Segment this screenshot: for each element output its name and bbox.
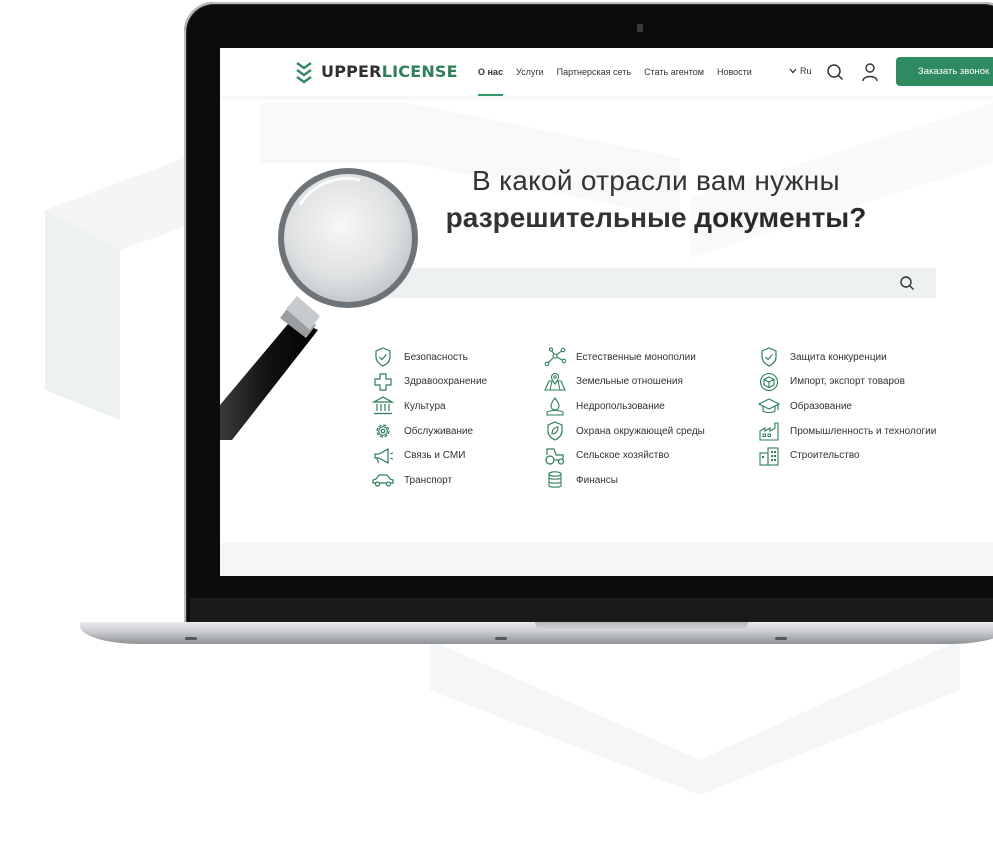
category-land-relations[interactable]: Земельные отношения — [544, 370, 705, 395]
drill-icon — [546, 397, 564, 417]
gear-icon — [376, 424, 390, 438]
logo-text-main: UPPER — [321, 62, 382, 81]
medical-cross-icon — [374, 373, 392, 391]
category-transport[interactable]: Транспорт — [372, 468, 487, 493]
laptop-camera — [637, 24, 643, 32]
category-environment[interactable]: Охрана окружающей среды — [544, 419, 705, 444]
category-label: Охрана окружающей среды — [576, 425, 705, 437]
hero-title-line2: разрешительные документы? — [360, 199, 952, 237]
shield-check-icon — [761, 347, 777, 367]
hero-title-line1: В какой отрасли вам нужны — [472, 165, 840, 196]
laptop-base-notch — [535, 622, 748, 631]
category-label: Естественные монополии — [576, 351, 696, 363]
network-icon — [544, 347, 566, 367]
nav-item-news[interactable]: Новости — [717, 48, 752, 96]
logo-text: UPPERLICENSE — [321, 60, 458, 84]
category-import-export[interactable]: Импорт, экспорт товаров — [758, 370, 936, 395]
site-header: UPPERLICENSE О нас Услуги Партнерская се… — [220, 48, 993, 96]
megaphone-icon — [374, 447, 394, 464]
categories-column-3: Защита конкуренции Импорт, экспорт товар… — [758, 345, 936, 468]
map-pin-icon — [544, 372, 566, 391]
user-icon[interactable] — [861, 62, 879, 82]
leaf-shield-icon — [547, 421, 563, 441]
category-label: Связь и СМИ — [404, 450, 466, 462]
factory-icon — [759, 422, 779, 441]
request-call-button[interactable]: Заказать звонок — [896, 57, 993, 86]
logo[interactable]: UPPERLICENSE — [294, 60, 458, 84]
categories-grid: Безопасность Здравоохранение Культура Об… — [372, 345, 992, 495]
category-agriculture[interactable]: Сельское хозяйство — [544, 443, 705, 468]
search-submit-icon[interactable] — [899, 275, 915, 291]
car-icon — [372, 474, 394, 487]
page-footer-strip — [220, 543, 993, 576]
main-nav: О нас Услуги Партнерская сеть Стать аген… — [478, 48, 765, 96]
search-input[interactable] — [368, 268, 888, 298]
category-label: Защита конкуренции — [790, 351, 887, 363]
category-label: Обслуживание — [404, 425, 474, 437]
laptop-foot — [495, 637, 507, 640]
category-construction[interactable]: Строительство — [758, 443, 936, 468]
museum-icon — [372, 396, 394, 415]
nav-item-partners[interactable]: Партнерская сеть — [557, 48, 631, 96]
hero-title: В какой отрасли вам нужны разрешительные… — [360, 163, 952, 237]
category-finance[interactable]: Финансы — [544, 468, 705, 493]
category-subsoil-use[interactable]: Недропользование — [544, 394, 705, 419]
category-label: Строительство — [790, 450, 860, 462]
category-label: Здравоохранение — [404, 376, 488, 388]
laptop-screen: UPPERLICENSE О нас Услуги Партнерская се… — [220, 48, 993, 576]
language-selector[interactable]: Ru — [789, 66, 812, 76]
category-label: Культура — [404, 400, 446, 412]
screen-background-shapes — [260, 103, 993, 258]
laptop-foot — [185, 637, 197, 640]
shield-check-icon — [375, 347, 391, 367]
search-bar — [368, 268, 936, 298]
category-competition[interactable]: Защита конкуренции — [758, 345, 936, 370]
category-education[interactable]: Образование — [758, 394, 936, 419]
category-natural-monopolies[interactable]: Естественные монополии — [544, 345, 705, 370]
category-services[interactable]: Обслуживание — [372, 419, 487, 444]
hero-title-line2-part1: разрешительные — [445, 202, 695, 233]
category-label: Транспорт — [404, 474, 453, 486]
graduation-cap-icon — [758, 398, 780, 414]
coins-icon — [548, 471, 562, 488]
category-label: Финансы — [576, 474, 618, 486]
logo-text-accent: LICENSE — [381, 62, 458, 81]
laptop-foot — [775, 637, 787, 640]
buildings-icon — [759, 447, 779, 466]
nav-item-become-agent[interactable]: Стать агентом — [644, 48, 704, 96]
category-label: Импорт, экспорт товаров — [790, 376, 905, 388]
category-label: Сельское хозяйство — [576, 450, 670, 462]
magnifier-lens — [278, 168, 418, 308]
category-label: Недропользование — [576, 400, 665, 412]
category-label: Промышленность и технологии — [790, 425, 937, 437]
category-healthcare[interactable]: Здравоохранение — [372, 370, 487, 395]
categories-column-2: Естественные монополии Земельные отношен… — [544, 345, 705, 493]
nav-item-services[interactable]: Услуги — [516, 48, 544, 96]
category-culture[interactable]: Культура — [372, 394, 487, 419]
category-label: Образование — [790, 400, 852, 412]
category-label: Земельные отношения — [576, 376, 683, 388]
category-media[interactable]: Связь и СМИ — [372, 443, 487, 468]
category-security[interactable]: Безопасность — [372, 345, 487, 370]
package-icon — [759, 372, 779, 391]
category-label: Безопасность — [404, 351, 468, 363]
logo-chevrons-icon — [296, 62, 312, 84]
hero-title-line2-part2: документы? — [694, 202, 867, 233]
nav-item-about[interactable]: О нас — [478, 48, 503, 96]
chevron-down-icon — [789, 68, 797, 74]
search-icon[interactable] — [826, 62, 844, 82]
language-label: Ru — [800, 66, 812, 76]
tractor-icon — [545, 448, 565, 465]
laptop-bezel — [190, 598, 993, 624]
categories-column-1: Безопасность Здравоохранение Культура Об… — [372, 345, 487, 493]
category-industry[interactable]: Промышленность и технологии — [758, 419, 936, 444]
